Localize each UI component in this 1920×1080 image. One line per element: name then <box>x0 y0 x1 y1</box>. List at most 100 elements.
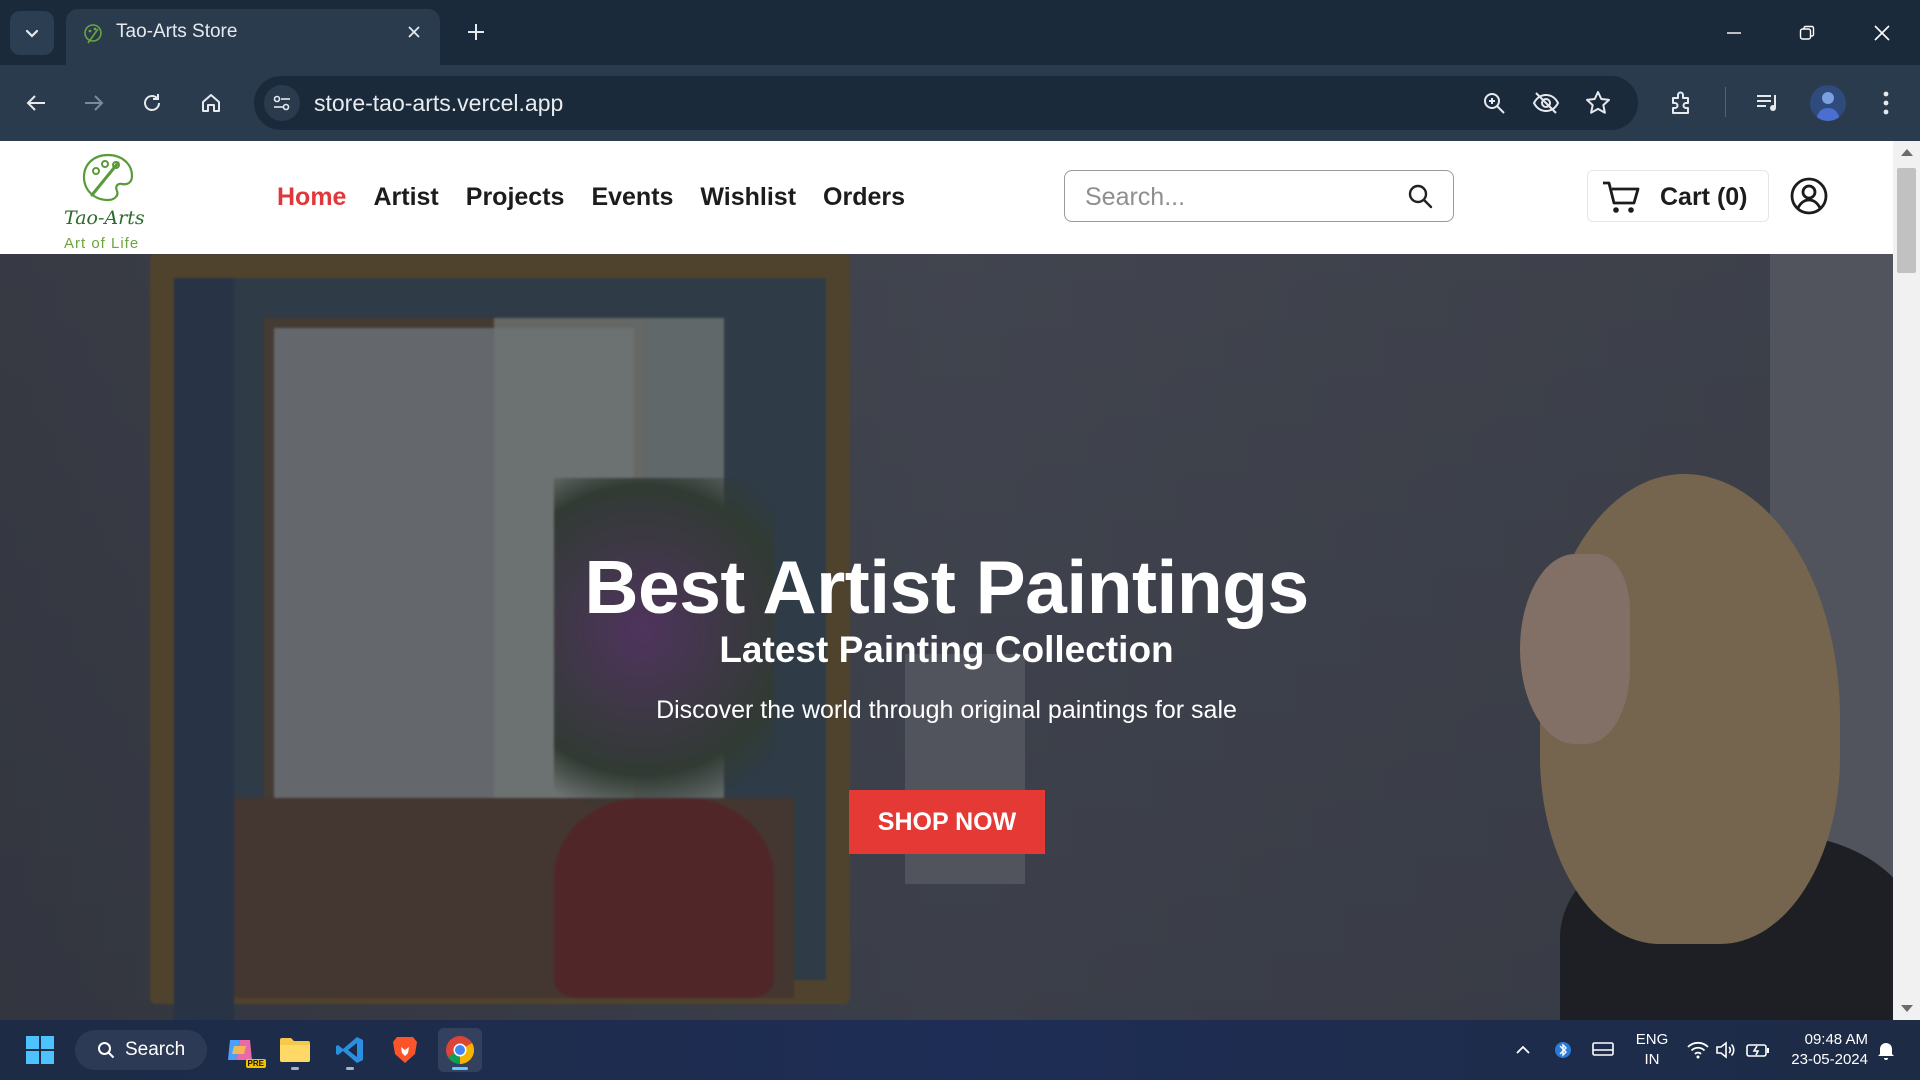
wifi-icon <box>1687 1041 1709 1059</box>
taskbar-vscode[interactable] <box>328 1028 372 1072</box>
taskbar-copilot[interactable]: PRE <box>218 1028 266 1072</box>
taskbar-brave[interactable] <box>383 1028 427 1072</box>
arrow-left-icon <box>26 95 45 111</box>
nav-artist[interactable]: Artist <box>373 177 438 217</box>
bell-icon <box>1878 1043 1894 1060</box>
search-icon[interactable] <box>1407 183 1433 209</box>
language-region: IN <box>1644 1051 1660 1068</box>
address-bar[interactable]: store-tao-arts.vercel.app <box>254 76 1638 130</box>
battery-charging-icon <box>1746 1044 1769 1057</box>
volume-tray-icon[interactable] <box>1714 1020 1738 1080</box>
clock-date: 23-05-2024 <box>1791 1051 1868 1068</box>
copilot-pre-badge: PRE <box>245 1059 266 1068</box>
nav-home[interactable]: Home <box>277 177 346 217</box>
user-account-icon[interactable] <box>1790 177 1828 215</box>
taskbar-clock[interactable]: 09:48 AM 23-05-2024 <box>1778 1030 1868 1070</box>
minimize-icon <box>1727 31 1741 34</box>
close-window-button[interactable] <box>1846 0 1918 65</box>
brave-lion-icon <box>393 1037 417 1063</box>
nav-orders[interactable]: Orders <box>823 177 905 217</box>
language-indicator[interactable]: ENG IN <box>1630 1030 1674 1070</box>
url-text[interactable]: store-tao-arts.vercel.app <box>314 76 563 130</box>
site-search-box <box>1064 170 1454 222</box>
display-icon <box>1592 1042 1614 1056</box>
clock-time: 09:48 AM <box>1804 1031 1868 1048</box>
start-button[interactable] <box>18 1028 62 1072</box>
plus-icon <box>468 24 484 40</box>
site-logo[interactable]: Tao-Arts Art of Life <box>62 151 154 252</box>
toolbar-divider <box>1725 87 1726 117</box>
hero-subtitle: Latest Painting Collection <box>719 629 1174 670</box>
browser-menu-button[interactable] <box>1864 81 1908 125</box>
reload-button[interactable] <box>130 81 174 125</box>
new-tab-button[interactable] <box>458 14 494 50</box>
search-input[interactable] <box>1083 179 1397 215</box>
active-indicator <box>452 1067 468 1070</box>
cart-button[interactable]: Cart (0) <box>1587 170 1769 222</box>
nav-events[interactable]: Events <box>591 177 673 217</box>
close-icon <box>408 26 420 38</box>
home-button[interactable] <box>189 81 233 125</box>
notification-button[interactable] <box>1874 1020 1898 1080</box>
more-vertical-icon <box>1883 91 1889 115</box>
star-icon <box>1586 91 1610 114</box>
home-icon <box>202 94 220 112</box>
scroll-up-arrow-icon[interactable] <box>1901 149 1913 156</box>
page-scrollbar[interactable] <box>1893 141 1920 1020</box>
close-icon <box>1874 24 1890 41</box>
profile-picture-icon <box>1816 92 1840 121</box>
tab-close-button[interactable] <box>400 18 428 46</box>
back-button[interactable] <box>14 81 58 125</box>
browser-toolbar: store-tao-arts.vercel.app <box>0 65 1920 141</box>
chevron-up-icon <box>1516 1045 1530 1054</box>
eye-off-icon <box>1532 92 1560 114</box>
scrollbar-thumb[interactable] <box>1897 168 1916 273</box>
restore-button[interactable] <box>1771 0 1843 65</box>
battery-tray-icon[interactable] <box>1744 1020 1772 1080</box>
forward-button[interactable] <box>72 81 116 125</box>
running-indicator <box>346 1067 354 1070</box>
nav-projects[interactable]: Projects <box>466 177 565 217</box>
taskbar-file-explorer[interactable] <box>273 1028 317 1072</box>
nav-wishlist[interactable]: Wishlist <box>700 177 796 217</box>
bluetooth-tray-icon[interactable] <box>1550 1020 1576 1080</box>
windows-taskbar: Search PRE ENG IN 09:48 AM 23-05-2024 <box>0 1020 1920 1080</box>
bluetooth-icon <box>1555 1042 1571 1058</box>
wifi-tray-icon[interactable] <box>1686 1020 1710 1080</box>
folder-icon <box>280 1038 310 1062</box>
windows-logo-icon <box>26 1036 54 1064</box>
site-info-button[interactable] <box>264 85 300 121</box>
extensions-button[interactable] <box>1660 81 1704 125</box>
reload-icon <box>144 94 160 111</box>
show-hidden-icons-button[interactable] <box>1508 1020 1538 1080</box>
bookmark-button[interactable] <box>1580 85 1616 121</box>
hero-banner: Best Artist Paintings Latest Painting Co… <box>0 254 1893 1020</box>
taskbar-search[interactable]: Search <box>75 1030 207 1070</box>
zoom-button[interactable] <box>1476 85 1512 121</box>
tab-search-button[interactable] <box>10 11 54 55</box>
profile-avatar[interactable] <box>1810 85 1846 121</box>
search-icon <box>98 1042 115 1059</box>
onedrive-tray-icon[interactable] <box>1588 1020 1618 1080</box>
browser-tab-active[interactable]: Tao-Arts Store <box>66 9 440 65</box>
media-control-button[interactable] <box>1746 81 1790 125</box>
main-navigation: Home Artist Projects Events Wishlist Ord… <box>277 177 905 217</box>
scroll-down-arrow-icon[interactable] <box>1901 1005 1913 1012</box>
hero-title: Best Artist Paintings <box>584 545 1309 629</box>
speaker-icon <box>1716 1041 1735 1059</box>
vscode-icon <box>336 1037 363 1063</box>
zoom-in-icon <box>1484 93 1505 114</box>
tracking-protection-button[interactable] <box>1528 85 1564 121</box>
restore-icon <box>1799 25 1815 40</box>
chevron-down-icon <box>25 29 39 38</box>
favicon-palette-icon <box>84 24 102 44</box>
arrow-right-icon <box>85 95 104 111</box>
palette-logo-icon <box>82 153 134 202</box>
site-header: Tao-Arts Art of Life Home Artist Project… <box>0 141 1893 254</box>
taskbar-search-label: Search <box>125 1039 186 1060</box>
minimize-button[interactable] <box>1698 0 1770 65</box>
taskbar-chrome[interactable] <box>438 1028 482 1072</box>
shop-now-button[interactable]: SHOP NOW <box>849 790 1045 854</box>
cart-label: Cart (0) <box>1660 183 1748 211</box>
puzzle-icon <box>1672 91 1689 114</box>
